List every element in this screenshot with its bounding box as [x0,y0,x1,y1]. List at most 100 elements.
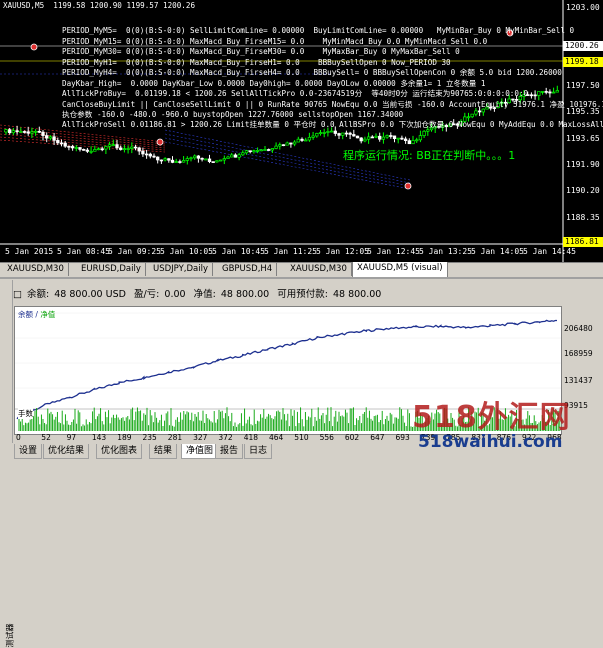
equity-y-label: 206480 [564,324,593,333]
candle [70,146,75,149]
balance-icon: □ [13,289,22,300]
candle [474,110,478,115]
equity-x-label: 327 [193,433,208,442]
ea-info-line: AllTickProBuy= 0.01199.18 < 1200.26 Sell… [62,89,529,98]
candle [551,91,556,94]
candle [30,131,34,134]
equity-x-label: 52 [41,433,51,442]
tester-side-bar[interactable]: 测试器 [0,280,15,648]
time-axis-label: 5 Jan 08:45 [57,247,110,256]
candle [418,135,423,141]
tester-tab[interactable]: 净值图 [181,444,219,459]
candle [4,129,8,133]
price-axis-label: 1203.00 [566,3,600,12]
chart-tab[interactable]: USDJPY,Daily [149,263,214,276]
candle [470,113,474,118]
trade-arrow-marker [404,182,412,190]
equity-x-label: 556 [319,433,334,442]
equity-x-label: 97 [66,433,77,442]
candle [318,132,323,134]
candle [211,161,215,163]
candle [348,132,352,135]
equity-x-label: 281 [167,433,183,442]
candle [130,146,134,149]
candle [403,138,408,142]
price-axis-label: 1193.65 [566,134,600,143]
chart-tab[interactable]: GBPUSD,H4 [218,263,278,276]
candle [78,147,82,150]
candle [100,148,104,151]
pl-label: 盈/亏: [133,289,160,300]
candle [381,136,386,140]
time-axis-label: 5 Jan 09:25 [108,247,161,256]
candle [329,130,334,133]
time-axis-label: 5 Jan 2015 [5,247,54,256]
candle [385,135,389,138]
candle [137,147,141,152]
candle [252,150,256,153]
candle [222,158,226,161]
tester-tab[interactable]: 日志 [244,444,273,459]
balance-value: 48 800.00 USD [54,289,126,300]
candle [85,149,90,152]
balance-label: 余额: [27,289,50,300]
candle [466,116,471,119]
candle [278,144,282,147]
candle [93,149,97,152]
candle [426,129,430,132]
time-axis-label: 5 Jan 14:05 [471,247,524,256]
equity-x-label: 693 [395,433,410,442]
candle [411,140,415,145]
candle [104,146,108,150]
ask-price-tag: 1199.18 [563,57,603,67]
candle [152,155,156,158]
equity-x-label: 647 [370,433,385,442]
candle [341,132,345,136]
tester-tab[interactable]: 优化图表 [96,444,143,459]
candle [181,160,186,163]
equity-legend: 余额 / 净值 [18,309,55,320]
time-axis-label: 5 Jan 12:05 [316,247,369,256]
chart-tab[interactable]: XAUUSD,M5 (visual) [352,262,448,278]
time-axis-label: 5 Jan 12:45 [367,247,420,256]
tester-tab[interactable]: 报告 [215,444,244,459]
candle [359,137,363,142]
ea-info-line: PERIOD_MyH4= 0(0)(B:S-0:0) MaxMacd_Buy_F… [62,68,562,77]
ea-info-line: PERIOD_MyM15= 0(0)(B:S-0:0) MaxMacd_Buy_… [62,37,488,46]
candle [422,130,426,136]
candle [281,144,286,147]
candle [196,155,201,159]
chart-tab[interactable]: XAUUSD,M30 [286,263,352,276]
candle [378,135,382,140]
lots-label: 手数 [18,408,33,419]
chart-tab[interactable]: XAUUSD,M30 [3,263,69,276]
candle [366,136,371,140]
legend-equity: 净值 [40,310,56,319]
candle [111,144,115,146]
candle [8,129,12,134]
ea-info-line: PERIOD_MyH1= 0(0)(B:S-0:0) MaxMacd_Buy_F… [62,58,451,67]
legend-balance: 余额 / [18,310,38,319]
ea-info-line: DayKbar_High= 0.0000 DayKbar_Low 0.0000 … [62,79,486,88]
candle [226,156,230,159]
candle [326,131,330,133]
candle [344,132,349,135]
time-axis-label: 5 Jan 10:05 [160,247,213,256]
chart-tab[interactable]: EURUSD,Daily [77,263,146,276]
tester-tab[interactable]: 设置 [14,444,43,459]
price-chart[interactable]: XAUUSD,M5 1199.58 1200.90 1199.57 1200.2… [0,0,603,262]
tester-tab[interactable]: 结果 [149,444,178,459]
candle [370,136,374,139]
tester-tab[interactable]: 优化结果 [43,444,90,459]
candle [533,94,537,97]
candle [392,135,397,140]
candle [170,159,175,163]
candle [48,136,53,139]
candle [63,142,67,147]
time-axis-label: 5 Jan 11:25 [264,247,317,256]
candle [389,135,393,137]
candle [141,150,145,155]
candle [292,141,297,145]
candle [41,131,45,136]
candle [115,144,119,149]
